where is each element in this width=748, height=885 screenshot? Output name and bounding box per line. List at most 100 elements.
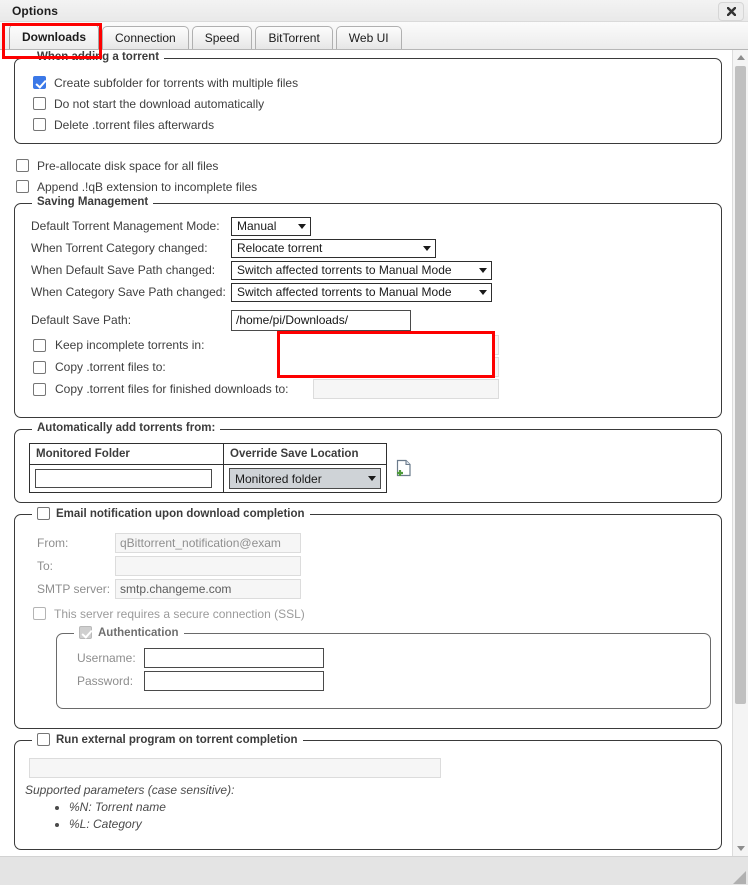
group-email-notification: Email notification upon download complet…: [14, 507, 722, 729]
group-legend-email: Email notification upon download complet…: [32, 507, 310, 520]
checkbox-authentication-box[interactable]: [79, 626, 92, 639]
checkbox-create-subfolder-label: Create subfolder for torrents with multi…: [54, 75, 299, 90]
select-category-save-path-changed[interactable]: Switch affected torrents to Manual Mode: [231, 282, 492, 302]
parameter-item: %N: Torrent name: [69, 799, 711, 816]
group-legend-authentication-label: Authentication: [98, 626, 179, 639]
checkbox-ssl-required-label: This server requires a secure connection…: [54, 606, 305, 621]
row-keep-incomplete: Keep incomplete torrents in: /home/pi/Do…: [33, 335, 711, 355]
select-category-changed[interactable]: Relocate torrent: [231, 238, 436, 258]
group-authentication: Authentication Username: Password:: [56, 626, 711, 709]
row-auth-password: Password:: [77, 671, 700, 691]
input-external-program-command[interactable]: [29, 758, 441, 778]
checkbox-keep-incomplete-box[interactable]: [33, 338, 46, 352]
label-copy-torrent-files: Copy .torrent files to:: [55, 360, 166, 374]
row-auth-username: Username:: [77, 648, 700, 668]
checkbox-copy-finished-torrent-files-box[interactable]: [33, 382, 46, 396]
select-override-save-location[interactable]: Monitored folder: [229, 468, 381, 489]
tab-webui[interactable]: Web UI: [335, 26, 402, 49]
dialog-title: Options: [12, 3, 59, 18]
label-category-save-path-changed: When Category Save Path changed:: [31, 285, 226, 299]
table-row: Monitored folder: [29, 464, 387, 493]
checkbox-copy-torrent-files-box[interactable]: [33, 360, 46, 374]
tab-speed[interactable]: Speed: [191, 26, 253, 49]
group-legend-when-adding: When adding a torrent: [32, 51, 165, 63]
close-glyph: [726, 7, 736, 16]
row-default-tmm: Default Torrent Management Mode: Manual: [31, 216, 711, 236]
scroll-up-arrow-icon[interactable]: [733, 50, 748, 65]
resize-grip-icon[interactable]: [733, 871, 746, 884]
vertical-scrollbar[interactable]: [732, 50, 748, 856]
label-copy-finished-torrent-files: Copy .torrent files for finished downloa…: [55, 382, 289, 396]
dialog-footer: [0, 856, 748, 885]
cell-monitored-folder: [29, 464, 224, 493]
row-copy-torrent-files: Copy .torrent files to:: [33, 357, 711, 377]
label-default-save-path-changed: When Default Save Path changed:: [31, 263, 216, 277]
tab-connection[interactable]: Connection: [102, 26, 189, 49]
checkbox-delete-torrent-files-label: Delete .torrent files afterwards: [54, 117, 215, 132]
input-email-to[interactable]: [115, 556, 301, 576]
standalone-options: Pre-allocate disk space for all files Ap…: [16, 155, 722, 197]
checkbox-create-subfolder[interactable]: Create subfolder for torrents with multi…: [33, 72, 711, 93]
checkbox-preallocate[interactable]: Pre-allocate disk space for all files: [16, 155, 722, 176]
input-copy-finished-torrent-files-path[interactable]: [313, 379, 499, 399]
tab-bittorrent[interactable]: BitTorrent: [255, 26, 333, 49]
input-auth-password[interactable]: [144, 671, 324, 691]
group-legend-email-label: Email notification upon download complet…: [56, 507, 305, 520]
table-header-row: Monitored Folder Override Save Location: [29, 443, 387, 465]
options-dialog: Options Downloads Connection Speed BitTo…: [0, 0, 748, 885]
checkbox-delete-torrent-files[interactable]: Delete .torrent files afterwards: [33, 114, 711, 135]
group-legend-auto-add: Automatically add torrents from:: [32, 422, 221, 434]
checkbox-preallocate-box[interactable]: [16, 159, 29, 172]
select-default-tmm-value: Manual: [237, 219, 277, 233]
group-when-adding-torrent: When adding a torrent Create subfolder f…: [14, 51, 722, 144]
select-default-save-path-changed-value: Switch affected torrents to Manual Mode: [237, 263, 452, 277]
checkbox-delete-torrent-files-box[interactable]: [33, 118, 46, 131]
scroll-down-arrow-icon[interactable]: [733, 841, 748, 856]
new-document-icon[interactable]: [396, 459, 412, 477]
row-category-save-path-changed: When Category Save Path changed: Switch …: [31, 282, 711, 302]
triangle-up-glyph: [736, 55, 745, 60]
content-area: When adding a torrent Create subfolder f…: [0, 50, 748, 856]
chevron-down-icon: [479, 289, 487, 295]
monitored-folders-table: Monitored Folder Override Save Location: [29, 443, 387, 493]
checkbox-do-not-start-box[interactable]: [33, 97, 46, 110]
close-icon[interactable]: [718, 2, 744, 21]
label-default-save-path: Default Save Path:: [31, 313, 132, 327]
checkbox-ssl-required[interactable]: This server requires a secure connection…: [33, 603, 711, 624]
checkbox-create-subfolder-box[interactable]: [33, 76, 46, 89]
cell-override-save-location: Monitored folder: [224, 465, 387, 493]
input-email-from[interactable]: qBittorrent_notification@exam: [115, 533, 301, 553]
label-auth-password: Password:: [77, 674, 134, 688]
checkbox-ssl-required-box[interactable]: [33, 607, 46, 620]
row-smtp-server: SMTP server: smtp.changeme.com: [37, 579, 711, 599]
checkbox-append-qb-extension[interactable]: Append .!qB extension to incomplete file…: [16, 176, 722, 197]
input-keep-incomplete-path[interactable]: /home/pi/Downloads/temp/: [313, 335, 499, 355]
group-legend-external-program-label: Run external program on torrent completi…: [56, 733, 298, 746]
column-monitored-folder: Monitored Folder: [29, 443, 224, 465]
row-default-save-path-changed: When Default Save Path changed: Switch a…: [31, 260, 711, 280]
input-monitored-folder[interactable]: [35, 469, 212, 488]
label-email-from: From:: [37, 536, 69, 550]
triangle-down-glyph: [736, 846, 745, 851]
row-email-from: From: qBittorrent_notification@exam: [37, 533, 711, 553]
input-default-save-path[interactable]: /home/pi/Downloads/: [231, 309, 411, 331]
select-default-save-path-changed[interactable]: Switch affected torrents to Manual Mode: [231, 260, 492, 280]
checkbox-do-not-start[interactable]: Do not start the download automatically: [33, 93, 711, 114]
checkbox-append-qb-extension-label: Append .!qB extension to incomplete file…: [37, 179, 258, 194]
row-copy-finished-torrent-files: Copy .torrent files for finished downloa…: [33, 379, 711, 399]
input-copy-torrent-files-path[interactable]: [313, 357, 499, 377]
checkbox-email-notification-box[interactable]: [37, 507, 50, 520]
input-auth-username[interactable]: [144, 648, 324, 668]
tab-downloads[interactable]: Downloads: [9, 24, 100, 49]
column-override-save-location: Override Save Location: [223, 443, 387, 465]
chevron-down-icon: [368, 476, 376, 481]
checkbox-external-program-box[interactable]: [37, 733, 50, 746]
select-category-save-path-changed-value: Switch affected torrents to Manual Mode: [237, 285, 452, 299]
group-saving-management: Saving Management Default Torrent Manage…: [14, 196, 722, 418]
select-default-tmm[interactable]: Manual: [231, 216, 311, 236]
label-keep-incomplete: Keep incomplete torrents in:: [55, 338, 205, 352]
input-smtp-server[interactable]: smtp.changeme.com: [115, 579, 301, 599]
checkbox-append-qb-extension-box[interactable]: [16, 180, 29, 193]
row-default-save-path: Default Save Path: /home/pi/Downloads/: [31, 309, 711, 331]
scrollbar-thumb[interactable]: [735, 66, 746, 704]
